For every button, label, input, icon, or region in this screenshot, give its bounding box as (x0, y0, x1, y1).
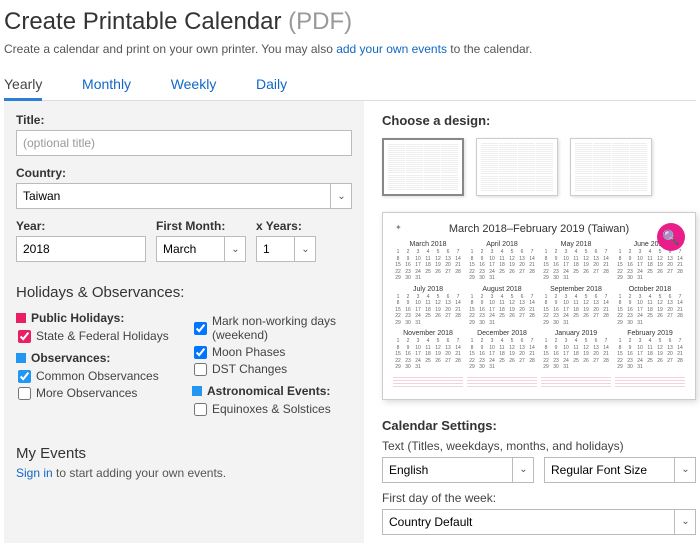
square-blue-icon (16, 353, 26, 363)
firstday-label: First day of the week: (382, 491, 696, 505)
add-events-link[interactable]: add your own events (336, 42, 447, 56)
square-blue-icon (192, 386, 202, 396)
preview-month: October 20181234567891011121314151617181… (615, 286, 685, 327)
preview-month: July 20181234567891011121314151617181920… (393, 286, 463, 327)
zoom-icon[interactable]: 🔍 (657, 223, 685, 251)
title-input[interactable] (16, 130, 352, 156)
astro-cat: Astronomical Events: (192, 384, 352, 398)
preview-month: April 2018123456789101112131415161718192… (467, 241, 537, 282)
tab-weekly[interactable]: Weekly (171, 70, 217, 98)
preview-month: August 201812345678910111213141516171819… (467, 286, 537, 327)
calendar-preview: ✦ 🔍 March 2018–February 2019 (Taiwan) Ma… (382, 212, 696, 400)
state-federal-check[interactable]: State & Federal Holidays (18, 329, 176, 343)
holidays-heading: Holidays & Observances: (16, 284, 352, 301)
tab-monthly[interactable]: Monthly (82, 70, 131, 98)
calendar-settings-heading: Calendar Settings: (382, 418, 696, 433)
dst-changes-check[interactable]: DST Changes (194, 362, 352, 376)
tab-daily[interactable]: Daily (256, 70, 287, 98)
intro-text: Create a calendar and print on your own … (4, 42, 696, 56)
common-obs-check[interactable]: Common Observances (18, 369, 176, 383)
xyears-label: x Years: (256, 219, 316, 233)
public-holidays-cat: Public Holidays: (16, 311, 176, 325)
design-option-2[interactable] (476, 138, 558, 196)
design-option-3[interactable] (570, 138, 652, 196)
observances-cat: Observances: (16, 351, 176, 365)
more-obs-check[interactable]: More Observances (18, 386, 176, 400)
preview-month: January 20191234567891011121314151617181… (541, 330, 611, 371)
year-label: Year: (16, 219, 146, 233)
tab-yearly[interactable]: Yearly (4, 70, 42, 101)
preview-month: May 201812345678910111213141516171819202… (541, 241, 611, 282)
firstmonth-label: First Month: (156, 219, 246, 233)
text-settings-label: Text (Titles, weekdays, months, and holi… (382, 439, 696, 453)
myevents-heading: My Events (16, 445, 352, 462)
country-select[interactable]: Taiwan (16, 183, 352, 209)
preview-month: December 2018123456789101112131415161718… (467, 330, 537, 371)
title-label: Title: (16, 113, 352, 127)
preview-logo: ✦ (395, 223, 402, 232)
square-pink-icon (16, 313, 26, 323)
language-select[interactable]: English (382, 457, 534, 483)
xyears-select[interactable]: 1 (256, 236, 316, 262)
moon-phases-check[interactable]: Moon Phases (194, 345, 352, 359)
country-label: Country: (16, 166, 352, 180)
year-input[interactable] (16, 236, 146, 262)
fontsize-select[interactable]: Regular Font Size (544, 457, 696, 483)
firstmonth-select[interactable]: March (156, 236, 246, 262)
preview-month: September 201812345678910111213141516171… (541, 286, 611, 327)
signin-link[interactable]: Sign in (16, 466, 53, 480)
page-title: Create Printable Calendar (PDF) (4, 8, 696, 36)
preview-month: February 2019123456789101112131415161718… (615, 330, 685, 371)
preview-month: March 2018123456789101112131415161718192… (393, 241, 463, 282)
equinoxes-check[interactable]: Equinoxes & Solstices (194, 402, 352, 416)
choose-design-label: Choose a design: (382, 113, 696, 128)
preview-month: November 2018123456789101112131415161718… (393, 330, 463, 371)
design-option-1[interactable] (382, 138, 464, 196)
tabs: Yearly Monthly Weekly Daily (4, 70, 696, 101)
preview-title: March 2018–February 2019 (Taiwan) (393, 223, 685, 235)
mark-nonworking-check[interactable]: Mark non-working days (weekend) (194, 314, 352, 342)
firstday-select[interactable]: Country Default (382, 509, 696, 535)
myevents-text: Sign in to start adding your own events. (16, 466, 352, 480)
